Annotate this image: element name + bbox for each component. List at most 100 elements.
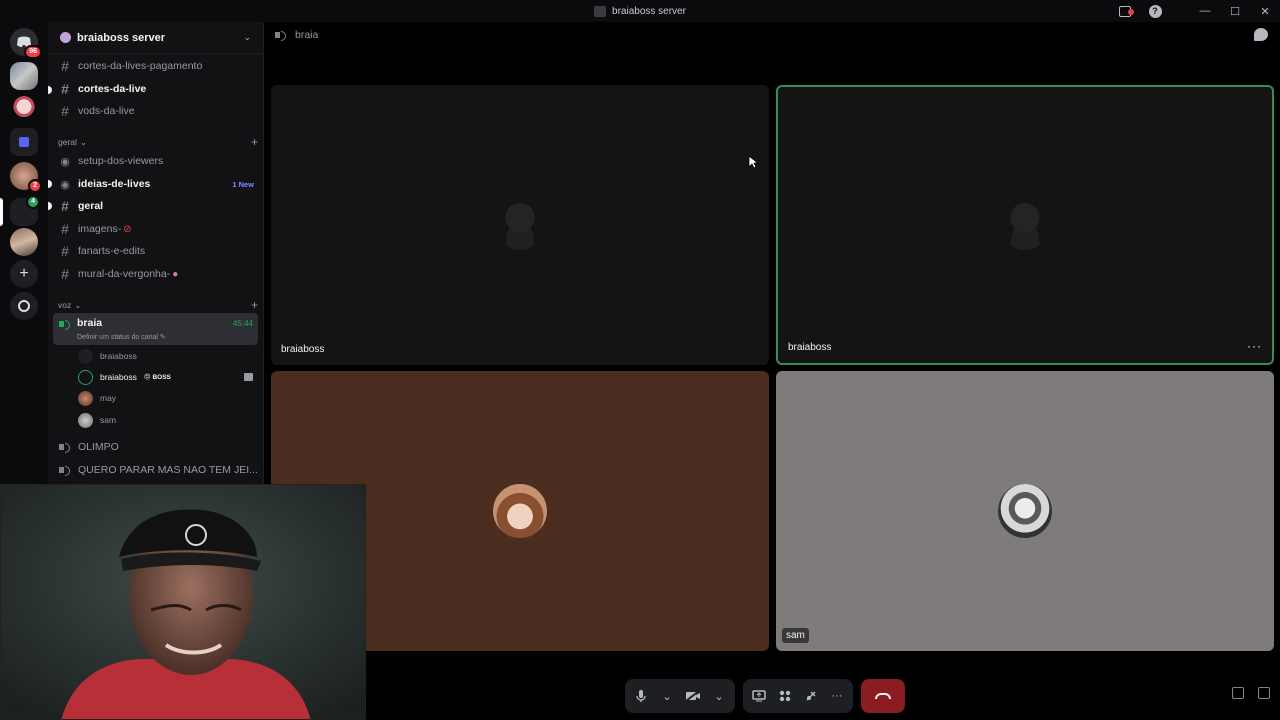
hang-up-icon	[875, 693, 891, 699]
voice-user-name: braiaboss	[100, 351, 137, 361]
disconnect-button[interactable]	[861, 679, 905, 713]
server-icon-1[interactable]	[10, 62, 38, 90]
voice-user-braiaboss[interactable]: braiaboss	[78, 346, 253, 366]
call-channel-name: braia	[295, 29, 319, 41]
channel-vods-da-live[interactable]: # vods-da-live	[53, 100, 258, 122]
channel-imagens[interactable]: # imagens- ⊘	[53, 218, 258, 240]
chevron-down-icon[interactable]: ⌄	[659, 688, 675, 704]
participant-tile-4[interactable]: sam	[776, 371, 1274, 651]
channel-label: imagens-	[78, 223, 122, 235]
popout-icon[interactable]	[1232, 687, 1244, 699]
avatar	[493, 484, 547, 538]
unread-indicator	[48, 180, 52, 188]
user-tag: 😠 BOSS	[143, 374, 171, 381]
server-name: braiaboss server	[77, 31, 166, 44]
window-title: braiaboss server	[594, 5, 686, 17]
voice-badge: 4	[26, 195, 40, 209]
new-badge: 1 New	[232, 179, 254, 189]
maximize-button[interactable]: ☐	[1220, 0, 1250, 22]
close-button[interactable]: ✕	[1250, 0, 1280, 22]
voice-channel-quero-parar[interactable]: QUERO PARAR MAS NAO TEM JEI...	[53, 459, 258, 481]
avatar	[78, 390, 93, 406]
channel-geral[interactable]: # geral	[53, 195, 258, 217]
camera-off-placeholder	[1000, 200, 1050, 250]
mouse-cursor-icon	[748, 155, 758, 169]
category-label: voz	[58, 300, 72, 310]
game-activity-icon	[244, 373, 253, 381]
voice-channel-timer: 45:44	[232, 319, 253, 328]
channel-label: ideias-de-lives	[78, 178, 151, 190]
inbox-button[interactable]	[1110, 0, 1140, 22]
voice-user-braiaboss-speaking[interactable]: braiaboss 😠 BOSS	[78, 367, 253, 387]
category-geral[interactable]: geral ⌄ +	[58, 135, 258, 149]
folder-icon[interactable]	[10, 128, 38, 156]
channel-fanarts-e-edits[interactable]: # fanarts-e-edits	[53, 240, 258, 262]
channel-label: cortes-da-lives-pagamento	[78, 60, 203, 72]
channel-cortes-da-live[interactable]: # cortes-da-live	[53, 78, 258, 100]
add-server-icon[interactable]: +	[10, 260, 38, 288]
channel-ideias-de-lives[interactable]: ◉ ideias-de-lives 1 New	[53, 173, 258, 195]
speaker-icon	[59, 465, 71, 476]
server-header[interactable]: braiaboss server ⌄	[48, 22, 263, 54]
channel-label: mural-da-vergonha-	[78, 268, 171, 280]
more-options-icon[interactable]: ···	[829, 688, 845, 704]
participant-name: braiaboss	[281, 344, 325, 355]
help-button[interactable]: ?	[1140, 0, 1170, 22]
channel-label: cortes-da-live	[78, 83, 147, 95]
minimize-button[interactable]: —	[1190, 0, 1220, 22]
participant-name: sam	[782, 628, 809, 643]
camera-off-placeholder	[495, 200, 545, 250]
avatar	[998, 484, 1052, 538]
hashtag-icon: #	[61, 103, 69, 119]
add-channel-icon[interactable]: +	[251, 298, 258, 312]
server-icon-3[interactable]: 2	[10, 162, 42, 193]
notification-dot	[1128, 9, 1134, 15]
view-controls	[1232, 687, 1270, 699]
activities-icon[interactable]	[777, 688, 793, 704]
webcam-image	[1, 485, 365, 719]
server-icon-2[interactable]	[10, 94, 38, 122]
share-group: ···	[743, 679, 853, 713]
home-button[interactable]: 96	[10, 28, 42, 59]
voice-channel-braia[interactable]: braia Definir um status do canal ✎ 45:44	[53, 313, 258, 345]
hashtag-icon: #	[61, 198, 69, 214]
channel-label: geral	[78, 200, 104, 212]
hashtag-icon: #	[61, 81, 69, 97]
fullscreen-icon[interactable]	[1258, 687, 1270, 699]
soundboard-icon[interactable]	[803, 688, 819, 704]
voice-channel-status[interactable]: Definir um status do canal ✎	[77, 333, 166, 341]
avatar	[78, 348, 93, 364]
channel-label: vods-da-live	[78, 105, 135, 117]
voice-user-sam[interactable]: sam	[78, 410, 253, 430]
server-icon-4[interactable]	[10, 228, 38, 256]
speaker-icon	[59, 442, 71, 453]
microphone-icon[interactable]	[633, 688, 649, 704]
add-channel-icon[interactable]: +	[251, 135, 258, 149]
chevron-down-icon[interactable]: ⌄	[711, 688, 727, 704]
avatar	[78, 369, 93, 385]
discover-icon[interactable]	[10, 292, 38, 320]
category-voz[interactable]: voz ⌄ +	[58, 298, 258, 312]
voice-user-name: sam	[100, 415, 117, 425]
hashtag-icon: #	[61, 221, 69, 237]
participant-tile-1[interactable]: braiaboss	[271, 85, 769, 365]
participant-tile-2-speaking[interactable]: braiaboss ···	[776, 85, 1274, 365]
speaker-icon	[59, 319, 71, 330]
chat-icon[interactable]	[1254, 28, 1268, 41]
more-options-icon[interactable]: ···	[1247, 339, 1262, 353]
window-title-text: braiaboss server	[612, 5, 686, 17]
voice-user-name: braiaboss	[100, 372, 137, 382]
hashtag-icon: #	[61, 58, 69, 74]
call-header: braia	[265, 22, 1280, 48]
voice-user-may[interactable]: may	[78, 388, 253, 408]
voice-channel-olimpo[interactable]: OLIMPO	[53, 436, 258, 458]
server-icon-active[interactable]: 4	[10, 195, 40, 226]
channel-cortes-da-lives-pagamento[interactable]: # cortes-da-lives-pagamento	[53, 55, 258, 77]
server-badge: 2	[28, 179, 42, 193]
channel-setup-dos-viewers[interactable]: ◉ setup-dos-viewers	[53, 150, 258, 172]
screen-share-icon[interactable]	[751, 688, 767, 704]
emoji-icon: ●	[172, 268, 179, 280]
channel-mural-da-vergonha[interactable]: # mural-da-vergonha- ●	[53, 263, 258, 285]
voice-call-area: braia braiaboss braiaboss ··· sam ⌄ ⌄ ··…	[265, 22, 1280, 720]
camera-off-icon[interactable]	[685, 688, 701, 704]
